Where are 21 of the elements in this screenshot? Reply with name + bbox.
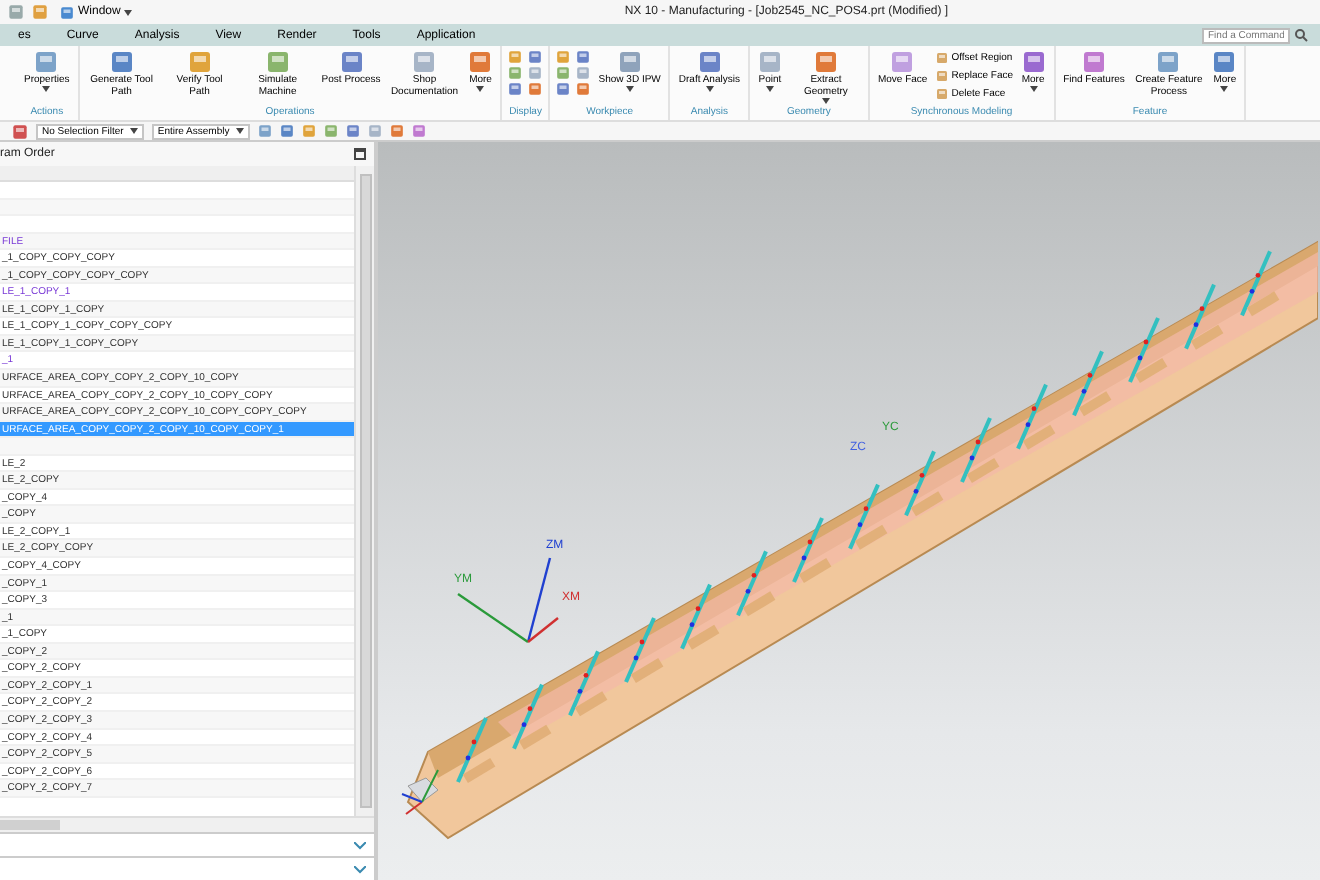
caret-icon (42, 86, 51, 92)
horizontal-scrollbar[interactable] (0, 816, 374, 832)
caret-icon (476, 86, 485, 92)
vertical-scrollbar[interactable] (354, 166, 374, 816)
caret-icon (625, 86, 634, 92)
caret-icon (705, 86, 714, 92)
axis-triad-drawing (457, 557, 559, 643)
caret-icon (1029, 86, 1038, 92)
caret-icon (821, 98, 830, 104)
search-icon (1294, 28, 1308, 42)
maximize-icon[interactable] (354, 148, 366, 160)
caret-icon (235, 128, 244, 134)
chevron-icon (354, 841, 366, 849)
collapsed-pane[interactable] (0, 856, 374, 880)
caret-icon (1220, 86, 1229, 92)
caret-icon (765, 86, 774, 92)
caret-icon (124, 9, 133, 15)
view-orientation-triad-drawing (401, 769, 439, 815)
chevron-icon (354, 865, 366, 873)
caret-icon (129, 128, 138, 134)
collapsed-pane[interactable] (0, 832, 374, 856)
